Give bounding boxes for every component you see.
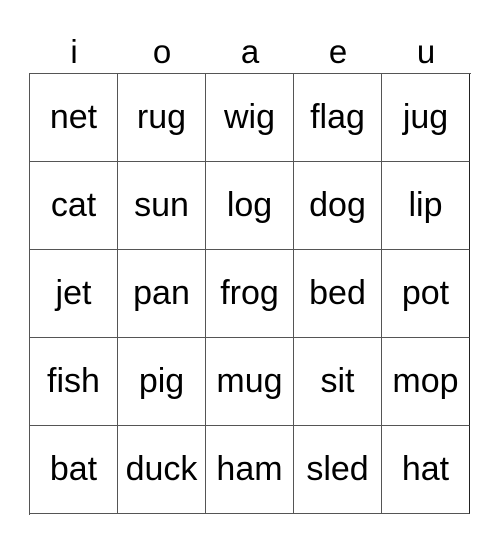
bingo-cell[interactable]: fish [30,338,118,426]
bingo-header: i o a e u [30,30,470,73]
bingo-cell[interactable]: duck [118,426,206,514]
bingo-cell[interactable]: cat [30,162,118,250]
bingo-cell[interactable]: mop [382,338,470,426]
bingo-cell[interactable]: pot [382,250,470,338]
header-letter: a [240,33,260,70]
bingo-cell[interactable]: log [206,162,294,250]
header-letter: o [152,33,172,70]
bingo-cell[interactable]: lip [382,162,470,250]
bingo-cell[interactable]: frog [206,250,294,338]
bingo-cell[interactable]: bat [30,426,118,514]
header-letter: e [328,33,348,70]
bingo-cell[interactable]: ham [206,426,294,514]
bingo-cell[interactable]: bed [294,250,382,338]
bingo-cell[interactable]: jet [30,250,118,338]
bingo-grid: net rug wig flag jug cat sun log dog lip… [29,73,471,515]
bingo-cell[interactable]: sled [294,426,382,514]
bingo-cell[interactable]: sun [118,162,206,250]
bingo-cell[interactable]: dog [294,162,382,250]
bingo-cell[interactable]: flag [294,74,382,162]
bingo-cell[interactable]: mug [206,338,294,426]
bingo-cell[interactable]: jug [382,74,470,162]
header-letter: u [416,33,436,70]
bingo-cell[interactable]: wig [206,74,294,162]
bingo-cell[interactable]: rug [118,74,206,162]
bingo-cell[interactable]: pig [118,338,206,426]
bingo-cell[interactable]: hat [382,426,470,514]
bingo-cell[interactable]: net [30,74,118,162]
bingo-cell[interactable]: sit [294,338,382,426]
bingo-cell[interactable]: pan [118,250,206,338]
header-letter: i [70,33,78,70]
